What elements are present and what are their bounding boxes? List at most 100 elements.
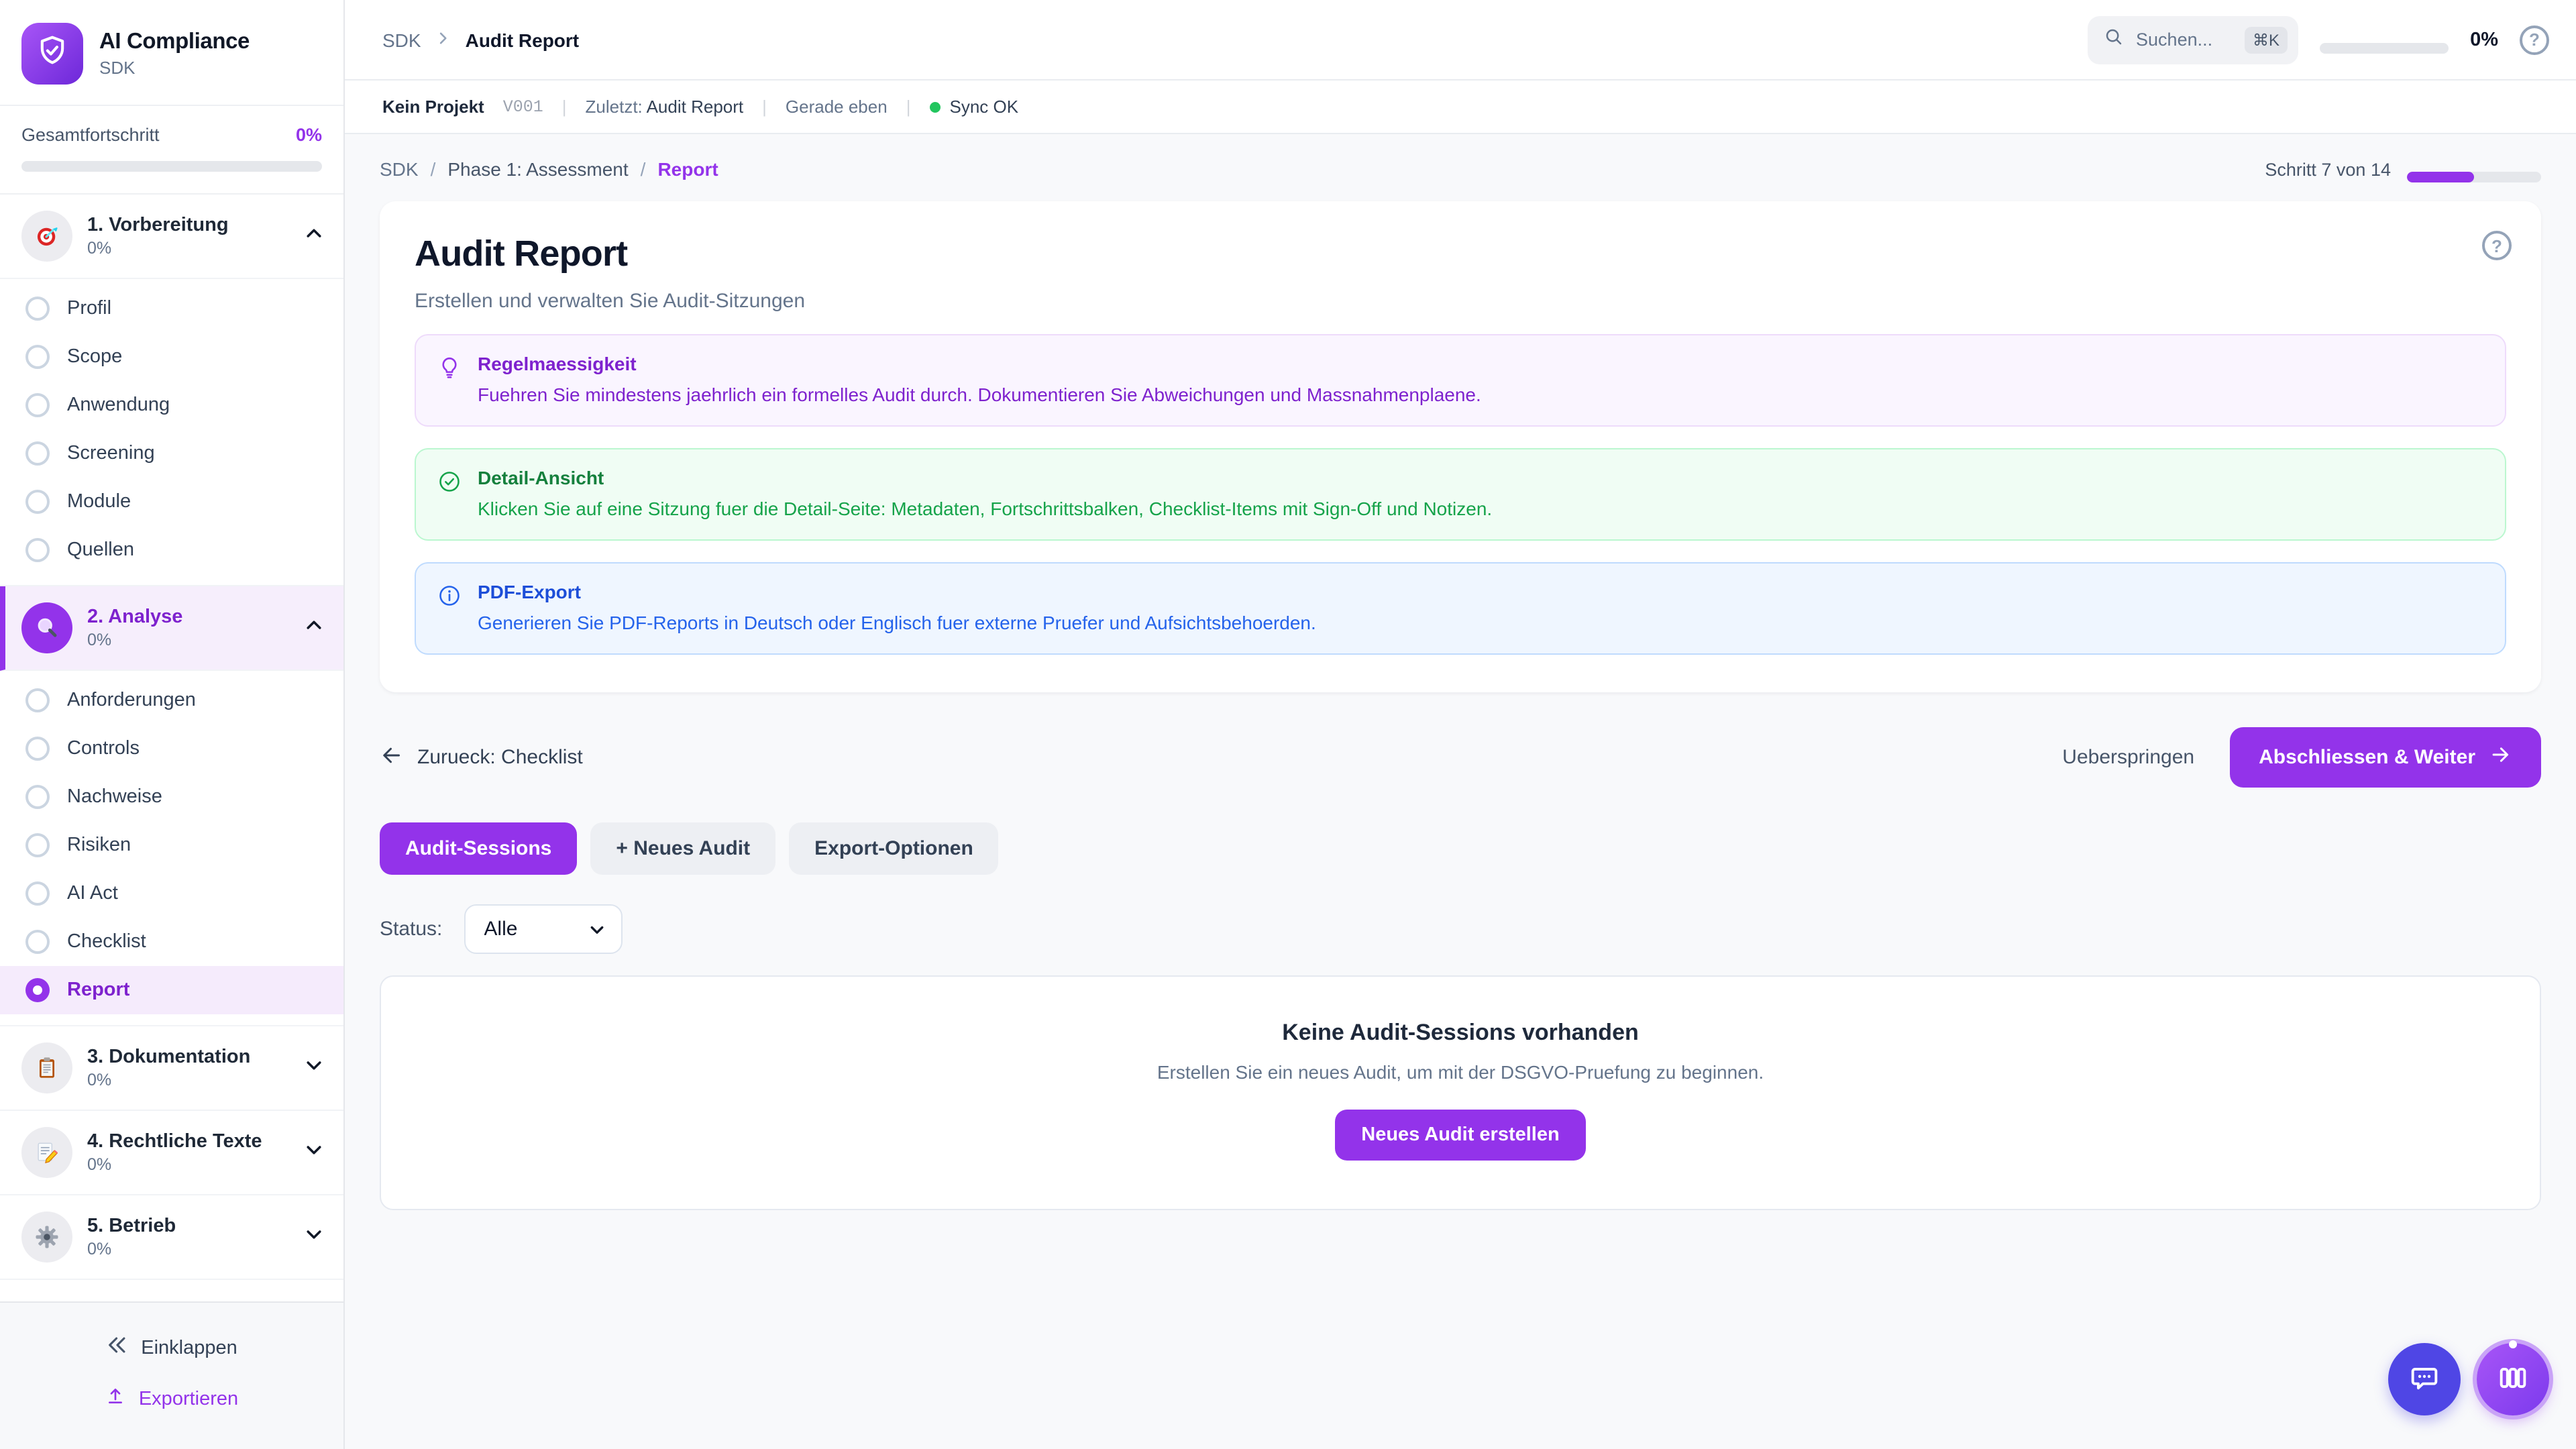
sidebar-section-vorbereitung[interactable]: 1. Vorbereitung 0% — [0, 195, 343, 279]
app-header: AI Compliance SDK — [0, 0, 343, 106]
export-label: Exportieren — [139, 1389, 238, 1410]
sidebar-item-anforderungen[interactable]: Anforderungen — [0, 676, 343, 724]
tab-neues-audit[interactable]: + Neues Audit — [590, 822, 775, 875]
sidebar-item-label: AI Act — [67, 883, 118, 904]
chat-bubble-icon — [2407, 1360, 2442, 1399]
target-icon — [21, 211, 72, 262]
info-box-text: Generieren Sie PDF-Reports in Deutsch od… — [478, 612, 1316, 633]
step-circle-icon — [25, 345, 50, 369]
sidebar-section-dokumentation[interactable]: 3. Dokumentation 0% — [0, 1026, 343, 1111]
session-tabs: Audit-Sessions + Neues Audit Export-Opti… — [380, 822, 2541, 875]
sync-ok-dot-icon — [930, 102, 941, 113]
sidebar-section-rechtliche-texte[interactable]: 4. Rechtliche Texte 0% — [0, 1111, 343, 1195]
sidebar-item-quellen[interactable]: Quellen — [0, 526, 343, 574]
chevron-up-icon — [303, 222, 325, 250]
section-title: 3. Dokumentation — [87, 1046, 288, 1068]
step-circle-icon — [25, 881, 50, 906]
sidebar-section-betrieb[interactable]: 5. Betrieb 0% — [0, 1195, 343, 1280]
empty-state-panel: Keine Audit-Sessions vorhanden Erstellen… — [380, 975, 2541, 1210]
chat-fab-button[interactable] — [2388, 1343, 2461, 1415]
finish-and-next-button[interactable]: Abschliessen & Weiter — [2229, 727, 2541, 788]
collapse-label: Einklappen — [141, 1337, 237, 1358]
phase-breadcrumb-phase[interactable]: Phase 1: Assessment — [447, 158, 628, 180]
sidebar-item-scope[interactable]: Scope — [0, 333, 343, 381]
breadcrumb-current: Audit Report — [466, 29, 580, 50]
collapse-sidebar-button[interactable]: Einklappen — [0, 1322, 343, 1374]
sidebar-item-checklist[interactable]: Checklist — [0, 918, 343, 966]
sidebar-item-ai-act[interactable]: AI Act — [0, 869, 343, 918]
sync-label: Sync OK — [950, 97, 1019, 117]
page-content: SDK / Phase 1: Assessment / Report Schri… — [345, 134, 2576, 1449]
back-to-checklist-button[interactable]: Zurueck: Checklist — [380, 743, 583, 772]
audit-report-card: ? Audit Report Erstellen und verwalten S… — [380, 201, 2541, 692]
tab-export-optionen[interactable]: Export-Optionen — [789, 822, 999, 875]
page-title: Audit Report — [415, 233, 2506, 275]
section-progress: 0% — [87, 239, 288, 258]
section-progress: 0% — [87, 1240, 288, 1258]
empty-state-title: Keine Audit-Sessions vorhanden — [408, 1020, 2513, 1046]
next-label: Abschliessen & Weiter — [2259, 746, 2475, 769]
sidebar-item-controls[interactable]: Controls — [0, 724, 343, 773]
export-button[interactable]: Exportieren — [0, 1374, 343, 1425]
step-progress-bar — [2407, 172, 2541, 182]
sidebar-item-label: Module — [67, 491, 131, 513]
info-box-text: Klicken Sie auf eine Sitzung fuer die De… — [478, 498, 1492, 519]
card-help-icon[interactable]: ? — [2482, 231, 2512, 260]
sidebar-item-profil[interactable]: Profil — [0, 284, 343, 333]
sidebar-item-risiken[interactable]: Risiken — [0, 821, 343, 869]
create-audit-button[interactable]: Neues Audit erstellen — [1334, 1110, 1586, 1161]
sidebar-section-analyse[interactable]: 2. Analyse 0% — [0, 586, 343, 671]
search-input[interactable]: Suchen... ⌘K — [2088, 15, 2298, 64]
step-circle-icon — [25, 688, 50, 712]
last-label: Zuletzt: — [586, 97, 643, 117]
sidebar-item-label: Controls — [67, 738, 140, 759]
section-items-analyse: Anforderungen Controls Nachweise Risiken… — [0, 671, 343, 1026]
arrow-right-icon — [2489, 743, 2512, 771]
app-title: AI Compliance — [99, 30, 250, 55]
section-title: 5. Betrieb — [87, 1216, 288, 1237]
app-window: AI Compliance SDK Gesamtfortschritt 0% 1… — [0, 0, 2576, 1449]
tab-audit-sessions[interactable]: Audit-Sessions — [380, 822, 577, 875]
skip-button[interactable]: Ueberspringen — [2062, 746, 2194, 769]
step-label: Schritt 7 von 14 — [2265, 159, 2391, 179]
upload-icon — [105, 1386, 127, 1413]
sidebar-item-module[interactable]: Module — [0, 478, 343, 526]
memo-pencil-icon — [21, 1127, 72, 1178]
breadcrumb-root[interactable]: SDK — [382, 29, 421, 50]
sidebar-item-screening[interactable]: Screening — [0, 429, 343, 478]
step-circle-icon — [25, 490, 50, 514]
divider: | — [562, 97, 567, 117]
overall-progress-value: 0% — [296, 125, 322, 145]
sidebar-item-anwendung[interactable]: Anwendung — [0, 381, 343, 429]
status-filter-label: Status: — [380, 918, 442, 941]
section-items-vorbereitung: Profil Scope Anwendung Screening Module … — [0, 279, 343, 586]
chevron-up-icon — [303, 614, 325, 642]
phase-breadcrumb-row: SDK / Phase 1: Assessment / Report Schri… — [380, 156, 2541, 182]
info-box-title: PDF-Export — [478, 581, 1316, 602]
overall-progress-bar — [21, 161, 322, 172]
chevron-down-icon — [303, 1138, 325, 1167]
sidebar-item-label: Quellen — [67, 539, 134, 561]
chevron-down-icon — [303, 1223, 325, 1251]
sidebar-item-label: Report — [67, 979, 129, 1001]
sidebar-item-label: Checklist — [67, 931, 146, 953]
sidebar-item-report[interactable]: Report — [0, 966, 343, 1014]
search-shortcut-badge: ⌘K — [2245, 26, 2288, 53]
sidebar-item-nachweise[interactable]: Nachweise — [0, 773, 343, 821]
overall-progress-label: Gesamtfortschritt — [21, 125, 160, 145]
status-filter-row: Status: Alle — [380, 904, 2541, 954]
info-box-title: Detail-Ansicht — [478, 467, 1492, 488]
section-progress: 0% — [87, 1155, 288, 1174]
phase-breadcrumb-root[interactable]: SDK — [380, 158, 419, 180]
columns-icon — [2496, 1360, 2530, 1399]
version-badge: V001 — [503, 97, 543, 116]
step-circle-active-icon — [25, 978, 50, 1002]
app-logo — [21, 23, 83, 85]
columns-fab-button[interactable] — [2477, 1343, 2549, 1415]
info-box-regelmaessigkeit: Regelmaessigkeit Fuehren Sie mindestens … — [415, 334, 2506, 427]
chevron-right-icon — [435, 29, 452, 50]
chevron-down-icon — [303, 1054, 325, 1082]
help-icon[interactable]: ? — [2520, 25, 2549, 54]
page-subtitle: Erstellen und verwalten Sie Audit-Sitzun… — [415, 290, 2506, 313]
status-filter-select[interactable]: Alle — [464, 904, 622, 954]
